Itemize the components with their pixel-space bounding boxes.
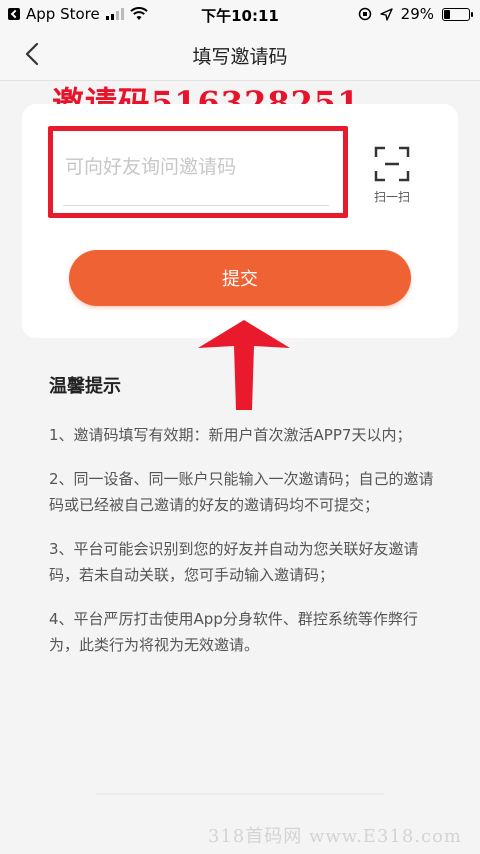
invite-code-input[interactable]: [65, 147, 327, 187]
scan-label: 扫一扫: [373, 190, 410, 204]
submit-button[interactable]: 提交: [69, 250, 411, 306]
battery-icon: [442, 7, 473, 21]
tip-item: 1、邀请码填写有效期：新用户首次激活APP7天以内；: [49, 426, 412, 444]
scan-icon: [374, 146, 410, 182]
invite-form-card: 扫一扫 提交: [22, 104, 458, 338]
page-title: 填写邀请码: [192, 46, 288, 68]
home-indicator: [96, 793, 384, 795]
highlight-frame: [48, 126, 348, 218]
watermark: 318首码网 www.E318.com: [207, 826, 462, 847]
tip-item: 3、平台可能会识别到您的好友并自动为您关联好友邀请码，若未自动关联，您可手动输入…: [49, 540, 419, 584]
orientation-lock-icon: [358, 7, 371, 21]
nav-bar: 填写邀请码: [0, 28, 480, 81]
input-underline: [63, 205, 329, 206]
battery-percent: 29%: [400, 5, 434, 23]
tips-section: 温馨提示 1、邀请码填写有效期：新用户首次激活APP7天以内； 2、同一设备、同…: [49, 372, 439, 676]
status-bar: App Store 下午10:11 29%: [0, 0, 480, 28]
scan-button[interactable]: 扫一扫: [367, 146, 417, 216]
tip-item: 4、平台严厉打击使用App分身软件、群控系统等作弊行为，此类行为将视为无效邀请。: [49, 610, 418, 654]
location-icon: [379, 7, 393, 21]
tip-item: 2、同一设备、同一账户只能输入一次邀请码；自己的邀请码或已经被自己邀请的好友的邀…: [49, 470, 434, 514]
tips-title: 温馨提示: [49, 376, 121, 397]
